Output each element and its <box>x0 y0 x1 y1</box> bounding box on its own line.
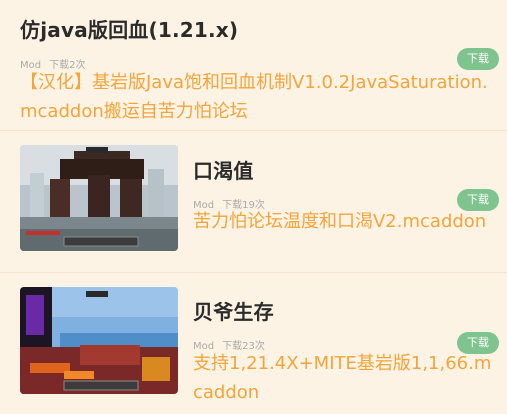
resource-item[interactable]: 仿java版回血(1.21.x) Mod 下载2次 下载 【汉化】基岩版Java饱… <box>0 0 507 130</box>
nether-screenshot-image <box>20 287 178 394</box>
item-thumbnail[interactable] <box>20 145 178 251</box>
item-title[interactable]: 仿java版回血(1.21.x) <box>20 14 238 43</box>
forest-screenshot-image <box>20 145 178 251</box>
item-title[interactable]: 贝爷生存 <box>193 296 274 325</box>
item-thumbnail[interactable] <box>20 287 178 394</box>
item-description: 【汉化】基岩版Java饱和回血机制V1.0.2JavaSaturation.mc… <box>20 72 488 122</box>
item-title[interactable]: 口渴值 <box>193 155 254 184</box>
resource-item[interactable]: 贝爷生存 Mod 下载23次 下载 支持1,21.4X+MITE基岩版1,1,66… <box>0 273 507 414</box>
download-button[interactable]: 下载 <box>457 48 499 70</box>
resource-item[interactable]: 口渴值 Mod 下载19次 下载 苦力怕论坛温度和口渴V2.mcaddon <box>0 131 507 272</box>
item-description: 支持1,21.4X+MITE基岩版1,1,66.mcaddon <box>193 353 492 403</box>
item-description: 苦力怕论坛温度和口渴V2.mcaddon <box>193 211 487 232</box>
